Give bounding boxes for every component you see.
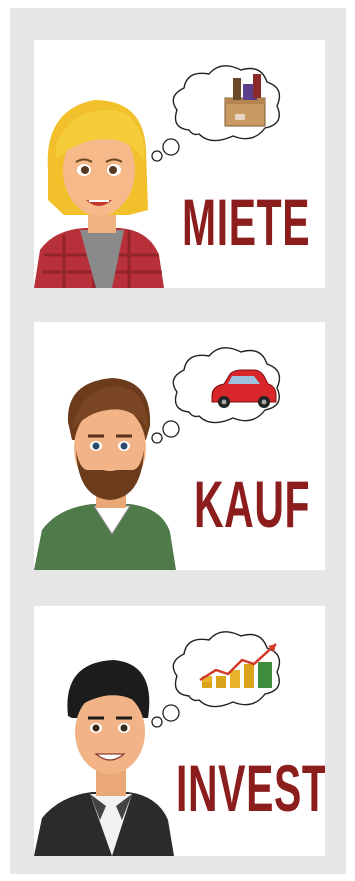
panel-miete: MIETE (34, 40, 325, 288)
label-miete: MIETE (182, 185, 311, 259)
label-invest: INVEST (176, 751, 325, 825)
red-car-icon (211, 369, 277, 408)
label-kauf: KAUF (194, 467, 311, 541)
money-growth-icon (199, 643, 277, 688)
panel-kauf: KAUF (34, 322, 325, 570)
moving-box-icon (224, 74, 266, 127)
panel-invest: INVEST (34, 606, 325, 856)
